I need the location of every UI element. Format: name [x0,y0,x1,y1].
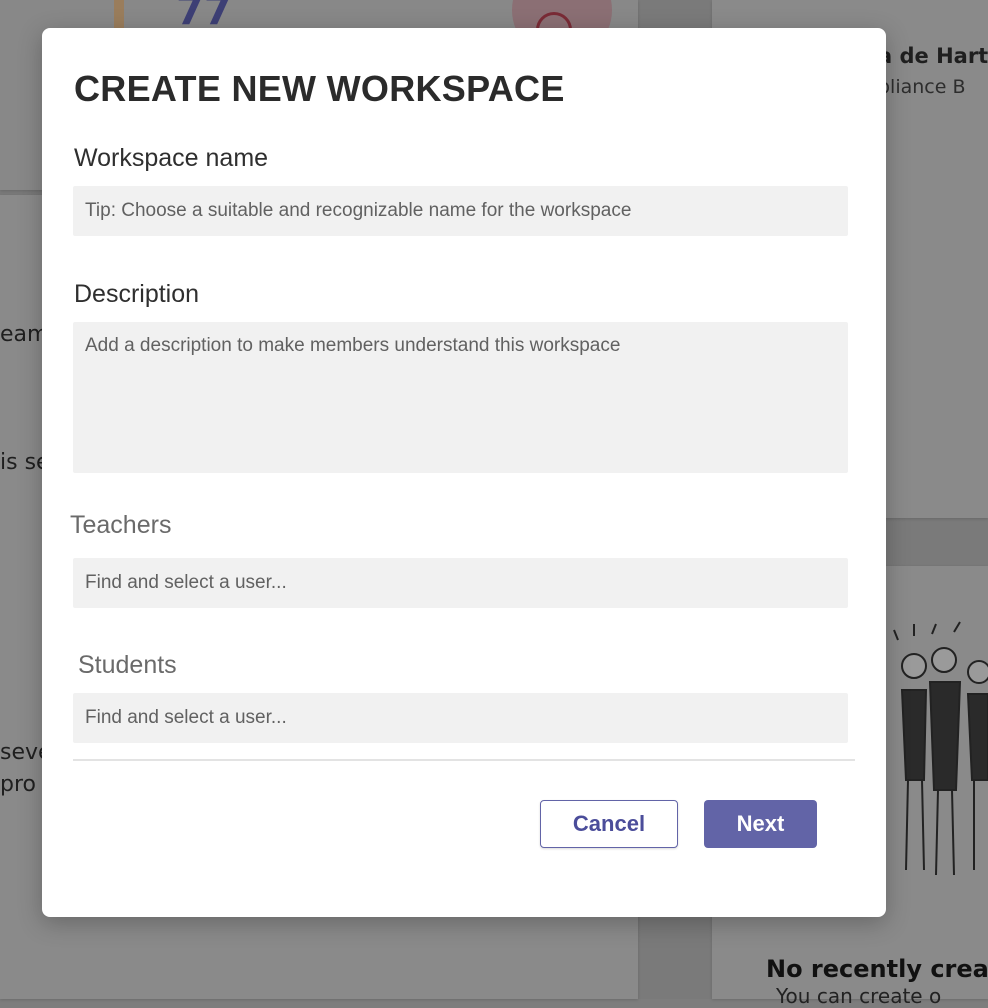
cancel-button[interactable]: Cancel [540,800,678,848]
description-label: Description [74,280,200,308]
workspace-name-label: Workspace name [74,144,269,172]
next-button[interactable]: Next [704,800,817,848]
students-user-picker[interactable] [73,693,848,743]
teachers-user-picker[interactable] [73,558,848,608]
dialog-title: CREATE NEW WORKSPACE [74,68,565,109]
profile-role: pliance B [878,76,966,98]
empty-state-title: No recently creat [766,955,988,983]
empty-state-subtitle: You can create o [776,984,942,1008]
profile-name: a de Hart [878,44,988,68]
workspace-name-input[interactable] [73,186,848,236]
description-textarea[interactable] [73,322,848,473]
teachers-label: Teachers [70,511,172,539]
footer-divider [73,759,855,761]
background-text: pro [0,772,36,797]
students-label: Students [78,651,177,679]
create-workspace-dialog: CREATE NEW WORKSPACE Workspace name Desc… [42,28,886,917]
people-illustration [893,621,988,876]
